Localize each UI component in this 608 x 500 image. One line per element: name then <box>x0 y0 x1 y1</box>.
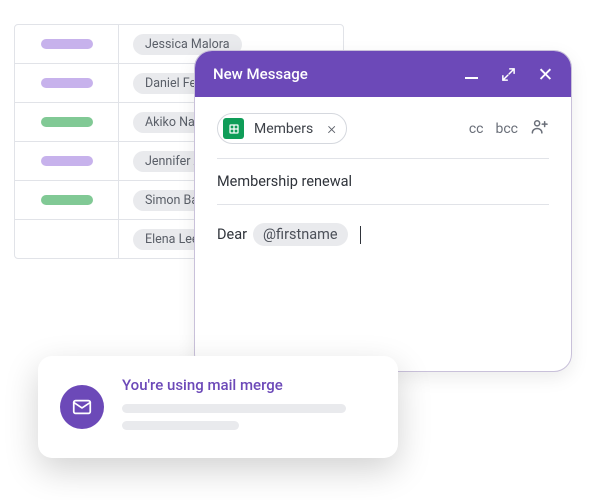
status-cell <box>15 142 119 180</box>
compose-title: New Message <box>213 65 464 83</box>
status-pill <box>41 156 93 166</box>
text-cursor <box>360 226 361 244</box>
message-body[interactable]: Dear @firstname <box>217 205 549 264</box>
status-cell <box>15 64 119 102</box>
popup-body: You're using mail merge <box>122 376 376 438</box>
expand-icon[interactable] <box>501 67 516 82</box>
popup-title: You're using mail merge <box>122 376 376 394</box>
greeting-text: Dear <box>217 226 247 243</box>
placeholder-bar <box>122 404 346 413</box>
compose-body: Members × cc bcc Membership renewal Dear <box>195 97 571 264</box>
subject-input[interactable]: Membership renewal <box>217 159 549 205</box>
to-options: cc bcc <box>469 117 549 140</box>
close-icon[interactable]: ✕ <box>538 67 553 82</box>
status-pill <box>41 195 93 205</box>
window-controls: ✕ <box>464 67 553 82</box>
minimize-icon[interactable] <box>464 67 479 82</box>
to-row: Members × cc bcc <box>217 113 549 159</box>
recipient-chip-label: Members <box>254 121 313 137</box>
status-cell <box>15 220 119 258</box>
status-cell <box>15 25 119 63</box>
compose-header: New Message ✕ <box>195 51 571 97</box>
merge-tag-chip[interactable]: @firstname <box>253 223 348 246</box>
compose-window: New Message ✕ Members <box>194 50 572 372</box>
status-cell <box>15 181 119 219</box>
sheets-icon <box>223 118 244 139</box>
cc-button[interactable]: cc <box>469 121 484 137</box>
mail-merge-icon <box>60 385 104 429</box>
status-cell <box>15 103 119 141</box>
add-person-icon[interactable] <box>530 117 549 140</box>
status-pill <box>41 39 93 49</box>
recipient-chip[interactable]: Members × <box>217 113 347 144</box>
status-pill <box>41 78 93 88</box>
remove-chip-icon[interactable]: × <box>327 119 336 139</box>
bcc-button[interactable]: bcc <box>495 121 518 137</box>
placeholder-bar <box>122 421 239 430</box>
mail-merge-popup: You're using mail merge <box>38 356 398 458</box>
status-pill <box>41 117 93 127</box>
